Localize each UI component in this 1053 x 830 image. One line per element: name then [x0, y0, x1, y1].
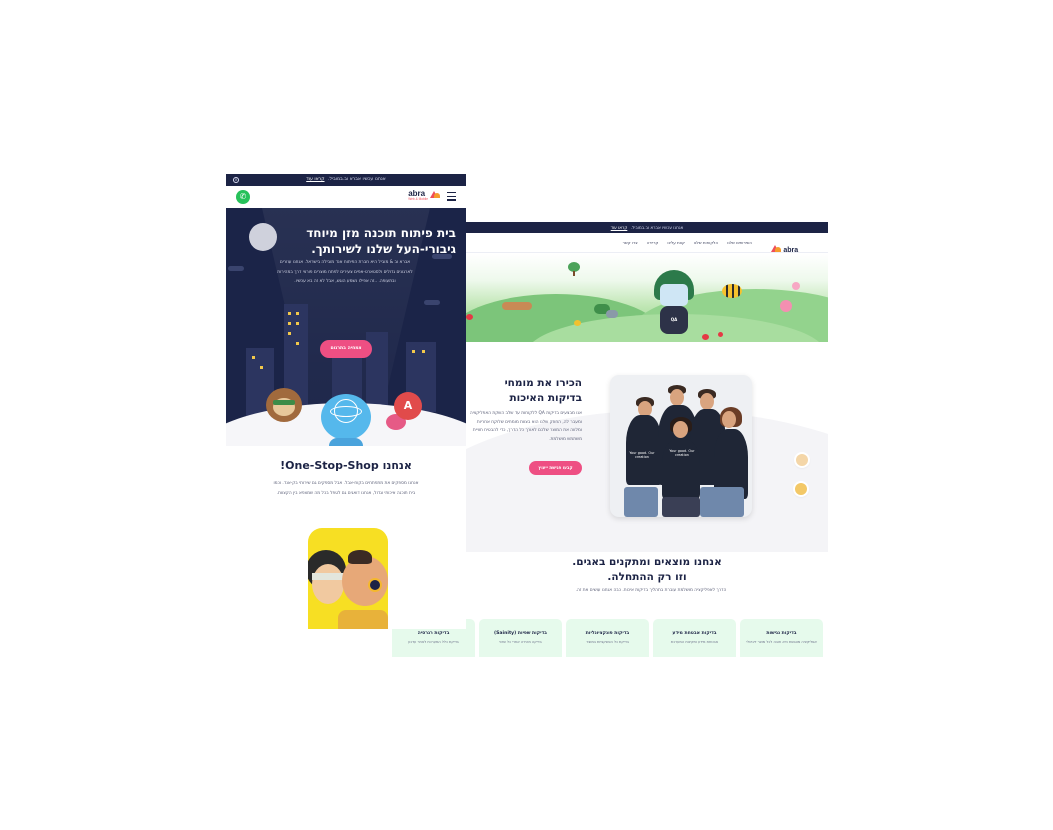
service-card-text: בדיקת כל הפונקציות במוצר [586, 640, 629, 644]
shirt-print: Your good. Our creation [629, 451, 655, 459]
hamburger-menu-icon[interactable] [447, 192, 456, 201]
service-card-text: אבטחת מידע ותקינות המערכת [670, 640, 719, 644]
hero-title-line1: בית פיתוח תוכנה מזן מיוחד [306, 226, 456, 240]
qa-hero-illustration: QA [466, 254, 828, 342]
abra-logo-icon [430, 191, 440, 198]
nav-link-services[interactable]: השירותים שלנו [727, 240, 752, 245]
service-card[interactable]: בדיקות שפיות (Sainity) בדיקה מהירה אחרי … [479, 619, 562, 657]
react-orbit [330, 406, 362, 417]
nav-link-about[interactable]: קצת עלינו [667, 240, 684, 245]
flower-icon [780, 300, 792, 312]
about-title: הכירו את מומחי בדיקות האיכות [466, 376, 582, 406]
monkey-mask [273, 400, 295, 405]
service-card-text: אפליקציה מונגשת היא חובה לכל מוצר דיגיטל… [746, 640, 817, 644]
announcement-bar: אנחנו עכשיו אברא וב.במוביל. קראו עוד [466, 222, 828, 233]
service-card[interactable]: בדיקות פונקציונליות בדיקת כל הפונקציות ב… [566, 619, 649, 657]
hero-title-line2: גיבורי-העל שלנו לשירותך. [311, 242, 456, 256]
butterfly-icon [792, 282, 800, 290]
logo-name: abra [783, 247, 799, 254]
chat-widget-icon[interactable] [795, 483, 807, 495]
ladybug-icon [718, 332, 723, 337]
nav-link-clients[interactable]: הלקוחות שלנו [694, 240, 718, 245]
hero-cta-button[interactable]: צמחיה בתרגום [320, 340, 372, 358]
ladybug-icon [574, 320, 581, 326]
announcement-link[interactable]: קראו עוד [611, 225, 628, 230]
tree-icon [568, 262, 580, 276]
about-title-line2: בדיקות האיכות [509, 392, 582, 404]
mobile-navbar: abra Web & Mobile ✆ [226, 186, 466, 208]
heroes-illustration-tile [308, 528, 388, 629]
rock-icon [606, 310, 618, 318]
ladybug-icon [702, 334, 709, 340]
one-stop-paragraph: אנחנו מספקים את מתפתחים בקוח-אבל. אבל מס… [273, 481, 419, 496]
one-stop-title: אנחנו One-Stop-Shop! [280, 459, 412, 472]
team-photo: Your good. Our creation Your good. Our c… [610, 375, 752, 517]
bugs-title-line2: וזו רק ההתחלה. [607, 571, 687, 583]
nav-link-careers[interactable]: קריירה [647, 240, 659, 245]
abra-logo[interactable]: abra Web & Mobile [408, 190, 440, 201]
react-hero-body [329, 438, 363, 446]
cloud-icon [228, 266, 244, 271]
announcement-text: אנחנו עכשיו אברא וב.במוביל. [630, 225, 684, 230]
service-card[interactable]: בדיקות אבטחת מידע אבטחת מידע ותקינות המע… [653, 619, 736, 657]
whatsapp-icon[interactable]: ✆ [236, 190, 250, 204]
bee-icon [722, 284, 742, 298]
nav-links: השירותים שלנו הלקוחות שלנו קצת עלינו קרי… [623, 240, 752, 245]
announcement-bar: × אנחנו עכשיו אברא וב.במוביל. קראו עוד [226, 174, 466, 186]
hero-paragraph: אברא וב & מוביל היא חברת הפיתוח אנד מובי… [277, 260, 413, 284]
service-card[interactable]: בדיקות נגישות אפליקציה מונגשת היא חובה ל… [740, 619, 823, 657]
bugs-title-line1: אנחנו מוצאים ומתקנים באגים. [572, 556, 722, 568]
angular-hero-character: A [394, 392, 422, 420]
hero-title: בית פיתוח תוכנה מזן מיוחד גיבורי-העל שלנ… [266, 225, 456, 257]
nav-link-contact[interactable]: צרו קשר [623, 240, 638, 245]
mobile-hero: בית פיתוח תוכנה מזן מיוחד גיבורי-העל שלנ… [226, 208, 466, 446]
service-card-title: בדיקות פונקציונליות [585, 631, 630, 636]
service-card-title: בדיקות רגרסיה [417, 631, 450, 636]
logo-tagline: Web & Mobile [408, 197, 428, 201]
service-card-text: בדיקה מהירה אחרי כל שינוי [499, 640, 542, 644]
announcement-text: אנחנו עכשיו אברא וב.במוביל. [327, 177, 386, 182]
about-paragraph: אנו מבצעים בדיקות QA ללקוחות עד שלב השקת… [469, 411, 582, 442]
announcement-link[interactable]: קראו עוד [306, 177, 324, 182]
floating-character-icon [796, 454, 808, 466]
desktop-navbar: abra Web & Mobile השירותים שלנו הלקוחות … [466, 233, 828, 259]
service-card-title: בדיקות אבטחת מידע [672, 631, 717, 636]
about-title-line1: הכירו את מומחי [504, 377, 582, 389]
telegram-eye-icon [368, 578, 382, 592]
consult-button[interactable]: קבעו פגישת ייעוץ [529, 461, 582, 475]
service-card-title: בדיקות נגישות [766, 631, 797, 636]
close-icon[interactable]: × [233, 177, 239, 183]
service-card-text: בדיקת כלל המערכת לאחר עדכון [408, 640, 459, 644]
mobile-preview: × אנחנו עכשיו אברא וב.במוביל. קראו עוד a… [226, 174, 466, 629]
service-card-title: בדיקות שפיות (Sainity) [494, 631, 547, 636]
shirt-print: Your good. Our creation [669, 449, 695, 457]
bugs-section-subtitle: הדרך לאפליקציה מושלמת עוברת בתהליך בדיקו… [575, 588, 727, 593]
qa-badge: QA [660, 306, 688, 334]
bugs-section-title: אנחנו מוצאים ומתקנים באגים. וזו רק ההתחל… [466, 555, 828, 585]
ladybug-icon [466, 314, 473, 320]
desktop-preview: אנחנו עכשיו אברא וב.במוביל. קראו עוד abr… [392, 222, 828, 657]
qa-robot-character: QA [650, 270, 698, 336]
cloud-icon [424, 300, 440, 305]
abra-logo-icon [771, 244, 782, 252]
log-icon [502, 302, 532, 310]
